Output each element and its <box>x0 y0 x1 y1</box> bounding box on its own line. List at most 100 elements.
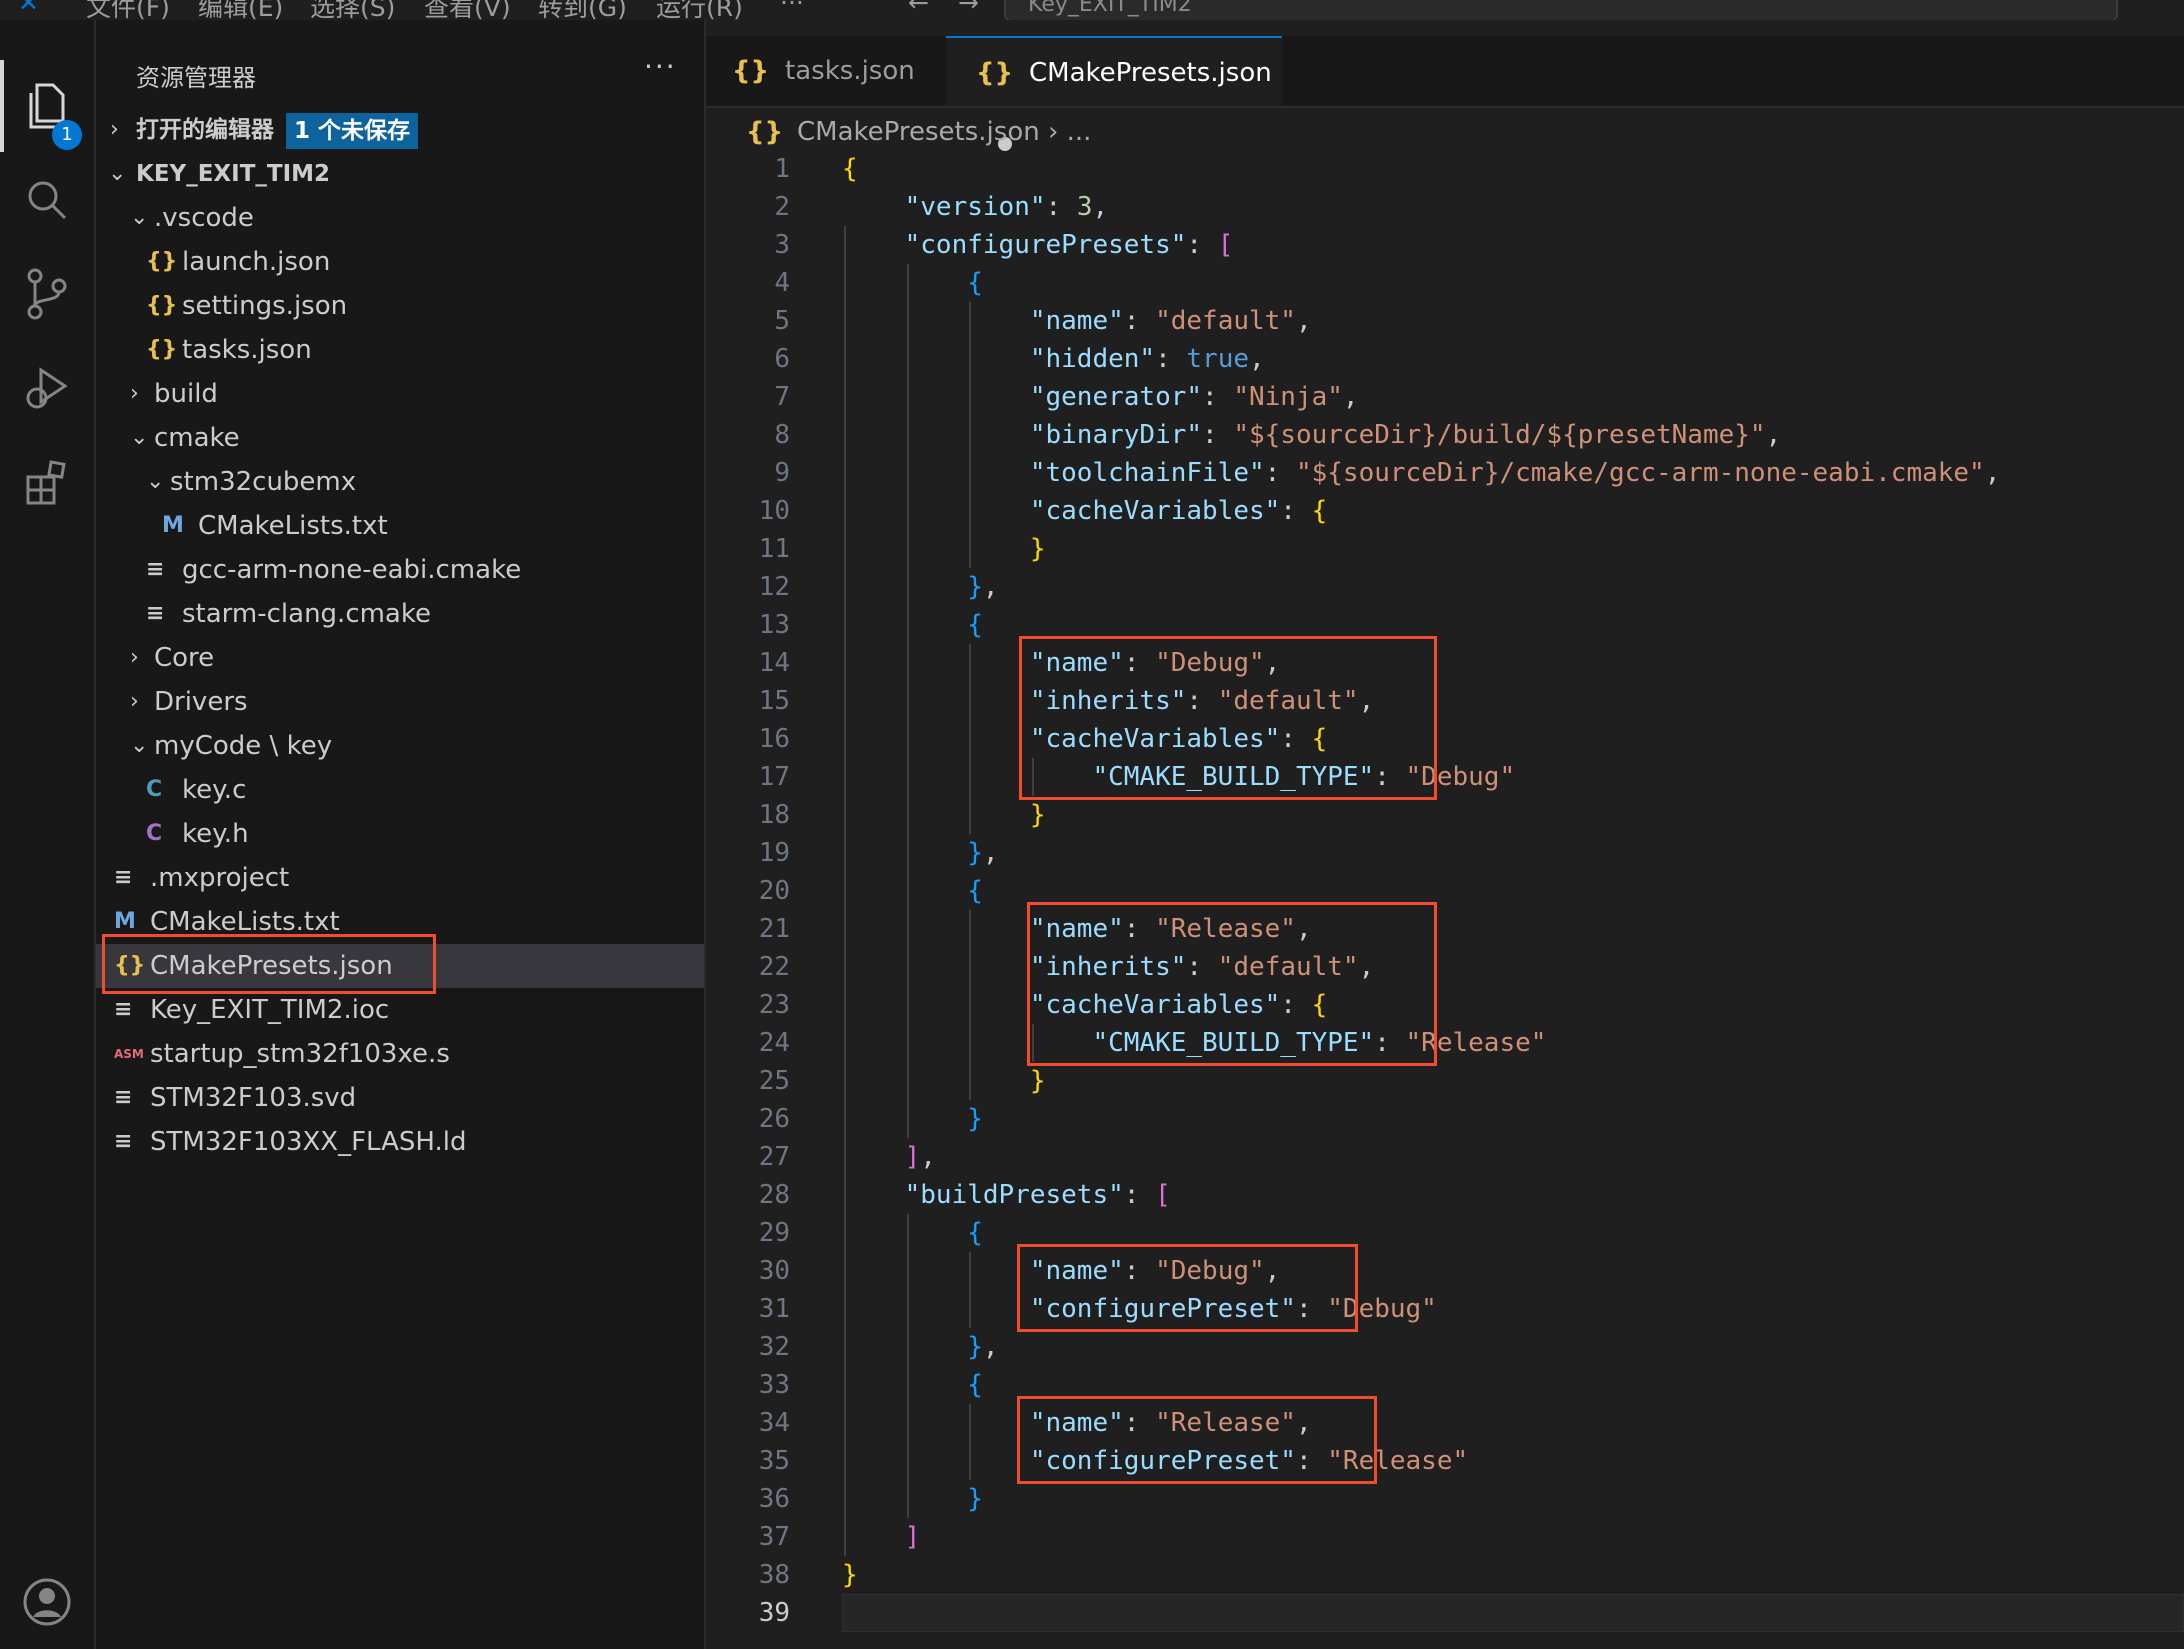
tree-item-label: STM32F103XX_FLASH.ld <box>150 1127 467 1157</box>
menu-run[interactable]: 运行(R) <box>656 0 743 20</box>
tree-item[interactable]: Ckey.h <box>96 812 704 856</box>
tree-item[interactable]: {} tasks.json <box>96 328 704 372</box>
menu-go[interactable]: 转到(G) <box>538 0 627 20</box>
code-line[interactable]: 11 } <box>706 530 2184 568</box>
line-number: 18 <box>758 800 790 830</box>
menu-file[interactable]: 文件(F) <box>86 0 170 20</box>
code-line[interactable]: 16 "cacheVariables": { <box>706 720 2184 758</box>
code-line[interactable]: 32 }, <box>706 1328 2184 1366</box>
code-line[interactable]: 6 "hidden": true, <box>706 340 2184 378</box>
code-line[interactable]: 19 }, <box>706 834 2184 872</box>
json-icon: {} <box>146 293 178 318</box>
code-line[interactable]: 35 "configurePreset": "Release" <box>706 1442 2184 1480</box>
code-line[interactable]: 24 "CMAKE_BUILD_TYPE": "Release" <box>706 1024 2184 1062</box>
code-line[interactable]: 31 "configurePreset": "Debug" <box>706 1290 2184 1328</box>
line-number: 38 <box>758 1560 790 1590</box>
code-line[interactable]: 38} <box>706 1556 2184 1594</box>
code-line[interactable]: 12 }, <box>706 568 2184 606</box>
code-line[interactable]: 3 "configurePresets": [ <box>706 226 2184 264</box>
tree-item[interactable]: {} launch.json <box>96 240 704 284</box>
code-line[interactable]: 5 "name": "default", <box>706 302 2184 340</box>
cmake-icon: M <box>162 513 184 538</box>
command-center[interactable]: Key_EXIT_TIM2 <box>1004 0 2118 20</box>
run-debug-activity[interactable] <box>0 342 94 434</box>
code-line[interactable]: 33 { <box>706 1366 2184 1404</box>
tree-item[interactable]: ≡ starm-clang.cmake <box>96 592 704 636</box>
source-control-activity[interactable] <box>0 248 94 340</box>
code-line[interactable]: 22 "inherits": "default", <box>706 948 2184 986</box>
tree-item[interactable]: ⌄ cmake <box>96 416 704 460</box>
explorer-activity[interactable]: 1 <box>0 60 94 152</box>
code-line[interactable]: 7 "generator": "Ninja", <box>706 378 2184 416</box>
menu-more[interactable]: ··· <box>780 0 804 17</box>
code-line[interactable]: 34 "name": "Release", <box>706 1404 2184 1442</box>
line-number: 3 <box>774 230 790 260</box>
code-line[interactable]: 9 "toolchainFile": "${sourceDir}/cmake/g… <box>706 454 2184 492</box>
tree-item[interactable]: {} settings.json <box>96 284 704 328</box>
code-line[interactable]: 4 { <box>706 264 2184 302</box>
code-line[interactable]: 30 "name": "Debug", <box>706 1252 2184 1290</box>
json-icon: {} <box>146 249 178 274</box>
accounts-activity[interactable] <box>0 1556 94 1648</box>
code-text: "version": 3, <box>904 192 1109 222</box>
line-number: 28 <box>758 1180 790 1210</box>
app-logo-icon[interactable]: ✕ <box>18 0 39 17</box>
code-line[interactable]: 20 { <box>706 872 2184 910</box>
line-number: 19 <box>758 838 790 868</box>
code-line[interactable]: 14 "name": "Debug", <box>706 644 2184 682</box>
menu-selection[interactable]: 选择(S) <box>310 0 395 20</box>
code-line[interactable]: 2 "version": 3, <box>706 188 2184 226</box>
code-line[interactable]: 13 { <box>706 606 2184 644</box>
code-line[interactable]: 15 "inherits": "default", <box>706 682 2184 720</box>
tree-item-label: cmake <box>154 423 240 453</box>
line-number: 1 <box>774 154 790 184</box>
highlight-box <box>1026 902 1437 1066</box>
breadcrumb[interactable]: {} CMakePresets.json › ... <box>746 110 1091 154</box>
nav-forward-icon[interactable]: → <box>958 0 979 17</box>
code-line[interactable]: 36 } <box>706 1480 2184 1518</box>
tree-item[interactable]: ≡ STM32F103XX_FLASH.ld <box>96 1120 704 1164</box>
search-icon <box>28 181 67 220</box>
menu-edit[interactable]: 编辑(E) <box>198 0 283 20</box>
tree-item[interactable]: M CMakeLists.txt <box>96 504 704 548</box>
tree-item[interactable]: › build <box>96 372 704 416</box>
tree-item[interactable]: Ckey.c <box>96 768 704 812</box>
code-line[interactable]: 39 <box>706 1594 2184 1632</box>
breadcrumb-file[interactable]: CMakePresets.json <box>797 117 1040 147</box>
tree-item[interactable]: ≡ Key_EXIT_TIM2.ioc <box>96 988 704 1032</box>
code-line[interactable]: 26 } <box>706 1100 2184 1138</box>
code-line[interactable]: 10 "cacheVariables": { <box>706 492 2184 530</box>
tree-item[interactable]: ≡ STM32F103.svd <box>96 1076 704 1120</box>
tree-item[interactable]: ≡ gcc-arm-none-eabi.cmake <box>96 548 704 592</box>
code-line[interactable]: 1{ <box>706 150 2184 188</box>
code-line[interactable]: 25 } <box>706 1062 2184 1100</box>
code-line[interactable]: 18 } <box>706 796 2184 834</box>
code-line[interactable]: 17 "CMAKE_BUILD_TYPE": "Debug" <box>706 758 2184 796</box>
tab-cmakepresets-json[interactable]: {} CMakePresets.json <box>946 36 1282 151</box>
code-line[interactable]: 27 ], <box>706 1138 2184 1176</box>
tree-item[interactable]: › Drivers <box>96 680 704 724</box>
menu-view[interactable]: 查看(V) <box>424 0 511 20</box>
code-line[interactable]: 23 "cacheVariables": { <box>706 986 2184 1024</box>
nav-back-icon[interactable]: ← <box>908 0 929 17</box>
code-line[interactable]: 29 { <box>706 1214 2184 1252</box>
tree-item[interactable]: ⌄ .vscode <box>96 196 704 240</box>
explorer-more-button[interactable]: ··· <box>644 50 677 83</box>
line-number: 39 <box>758 1598 790 1628</box>
code-line[interactable]: 37 ] <box>706 1518 2184 1556</box>
search-activity[interactable] <box>0 154 94 246</box>
tree-item[interactable]: › Core <box>96 636 704 680</box>
extensions-activity[interactable] <box>0 436 94 528</box>
open-editors-section[interactable]: › 打开的编辑器 1 个未保存 <box>96 108 704 152</box>
tab-tasks-json[interactable]: {} tasks.json <box>706 36 944 106</box>
code-line[interactable]: 8 "binaryDir": "${sourceDir}/build/${pre… <box>706 416 2184 454</box>
tree-item[interactable]: ⌄ myCode \ key <box>96 724 704 768</box>
workspace-root[interactable]: ⌄ KEY_EXIT_TIM2 <box>96 152 704 196</box>
code-line[interactable]: 21 "name": "Release", <box>706 910 2184 948</box>
tree-item[interactable]: ≡ .mxproject <box>96 856 704 900</box>
tree-item[interactable]: ⌄ stm32cubemx <box>96 460 704 504</box>
code-line[interactable]: 28 "buildPresets": [ <box>706 1176 2184 1214</box>
tree-item-label: stm32cubemx <box>170 467 357 497</box>
breadcrumb-rest[interactable]: › ... <box>1048 117 1091 147</box>
tree-item[interactable]: ASM startup_stm32f103xe.s <box>96 1032 704 1076</box>
